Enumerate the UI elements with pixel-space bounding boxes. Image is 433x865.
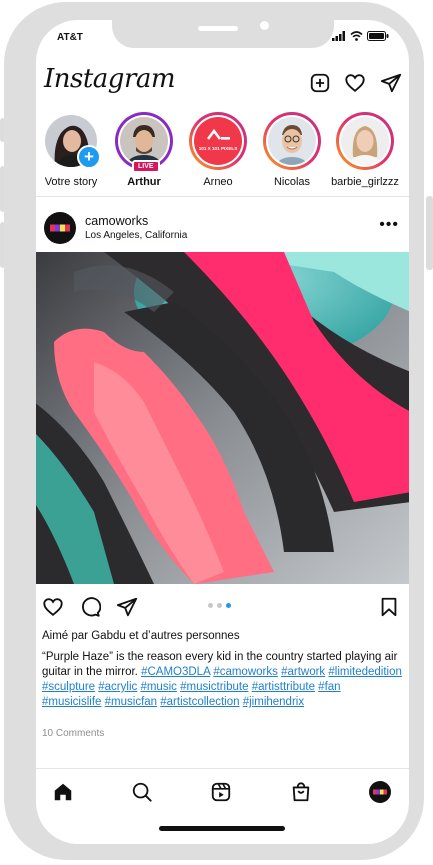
story-ring (263, 112, 321, 170)
speaker (198, 26, 238, 31)
post-caption: “Purple Haze” is the reason every kid in… (42, 650, 402, 710)
story-nicolas[interactable]: Nicolas (257, 112, 327, 188)
shop-icon[interactable] (290, 781, 312, 803)
status-icons (332, 31, 389, 41)
hashtag-link[interactable]: #sculpture (42, 681, 95, 693)
share-icon[interactable] (116, 596, 138, 618)
carousel-indicator (208, 603, 231, 608)
like-icon[interactable] (42, 596, 64, 618)
notch (112, 20, 334, 48)
hashtag-link[interactable]: #music (140, 681, 176, 693)
hashtag-link[interactable]: #artisttribute (252, 681, 315, 693)
story-label: Nicolas (273, 176, 311, 188)
stories-divider (36, 196, 409, 197)
bottom-tab-bar (36, 768, 409, 813)
avatar (341, 117, 389, 165)
signal-icon (332, 31, 345, 41)
hashtag-link[interactable]: #artistcollection (160, 696, 239, 708)
search-icon[interactable] (131, 781, 153, 803)
avatar-caption: 101 X 101 PIXELS (198, 146, 238, 151)
front-camera (260, 21, 269, 30)
home-indicator (159, 826, 285, 831)
hashtag-link[interactable]: #artwork (281, 666, 325, 678)
more-options-button[interactable]: ••• (379, 216, 399, 234)
hashtag-link[interactable]: #jimihendrix (243, 696, 304, 708)
new-post-icon[interactable] (309, 72, 331, 94)
likes-user[interactable]: Gabdu (91, 630, 126, 642)
post-image (36, 252, 409, 584)
power-button (426, 196, 433, 270)
wifi-icon (350, 31, 363, 41)
post-location[interactable]: Los Angeles, California (85, 230, 187, 241)
profile-tab-avatar[interactable] (369, 781, 391, 803)
post-actions (36, 590, 409, 626)
post-photo[interactable] (36, 252, 409, 584)
story-your-story[interactable]: + Votre story (36, 112, 106, 188)
stories-tray: + Votre story LIVE Arthur 101 X 101 PIXE… (36, 112, 409, 194)
story-ring: 101 X 101 PIXELS (189, 112, 247, 170)
instagram-logo: Instagram (44, 64, 176, 94)
carrier-label: AT&T (57, 32, 83, 43)
add-story-button[interactable]: + (77, 145, 101, 169)
bookmark-icon[interactable] (378, 596, 400, 618)
hashtag-link[interactable]: #CAMO3DLA (141, 666, 210, 678)
phone-screen: AT&T Instagram + Votre story LIVE Arthur… (36, 20, 409, 844)
hashtag-link[interactable]: #acrylic (98, 681, 137, 693)
story-label: Arneo (203, 176, 233, 188)
post-username[interactable]: camoworks (85, 214, 148, 228)
carousel-dot-active (226, 603, 231, 608)
likes-suffix: et d’autres personnes (128, 630, 240, 642)
hashtag-link[interactable]: #musicislife (42, 696, 101, 708)
likes-prefix: Aimé par (42, 630, 89, 642)
live-badge: LIVE (132, 160, 160, 173)
avatar (268, 117, 316, 165)
carousel-dot (208, 603, 213, 608)
view-comments-link[interactable]: 10 Comments (42, 728, 104, 739)
story-ring (336, 112, 394, 170)
avatar (120, 117, 168, 165)
battery-icon (367, 31, 389, 41)
post-header: camoworks Los Angeles, California ••• (36, 208, 409, 254)
story-label: barbie_girlzzz (331, 176, 399, 188)
avatar: 101 X 101 PIXELS (194, 117, 242, 165)
reels-icon[interactable] (210, 781, 232, 803)
hashtag-link[interactable]: #fan (318, 681, 340, 693)
story-ring: + (42, 112, 101, 170)
likes-line[interactable]: Aimé par Gabdu et d’autres personnes (42, 630, 240, 642)
story-label: Votre story (44, 176, 98, 188)
post-avatar[interactable] (44, 212, 76, 244)
hashtag-link[interactable]: #limitededition (328, 666, 402, 678)
story-arthur[interactable]: LIVE Arthur (109, 112, 179, 188)
story-ring: LIVE (115, 112, 173, 173)
hashtag-link[interactable]: #camoworks (213, 666, 278, 678)
story-arneo[interactable]: 101 X 101 PIXELS Arneo (183, 112, 253, 188)
home-icon[interactable] (52, 781, 74, 803)
hashtag-link[interactable]: #musictribute (180, 681, 248, 693)
carousel-dot (217, 603, 222, 608)
story-barbie-girlzzz[interactable]: barbie_girlzzz (330, 112, 400, 188)
hashtag-link[interactable]: #musicfan (105, 696, 157, 708)
heart-icon[interactable] (344, 72, 366, 94)
phone-frame: AT&T Instagram + Votre story LIVE Arthur… (4, 2, 424, 860)
app-header: Instagram (36, 60, 409, 104)
direct-message-icon[interactable] (380, 72, 402, 94)
story-label: Arthur (127, 176, 161, 188)
comment-icon[interactable] (79, 596, 101, 618)
